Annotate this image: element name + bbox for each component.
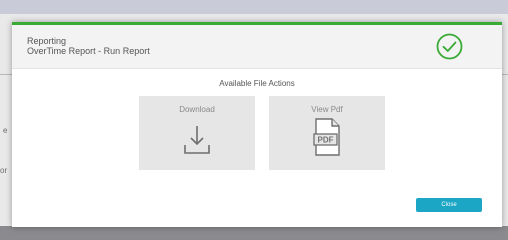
background-footer (0, 226, 508, 240)
dialog-header: Reporting OverTime Report - Run Report (12, 25, 502, 69)
download-action[interactable]: Download (139, 96, 255, 170)
background-text-fragment: e (3, 126, 8, 135)
dialog-title: Reporting (27, 36, 67, 46)
download-label: Download (179, 105, 215, 114)
background-text-fragment: or (0, 166, 8, 175)
close-button[interactable]: Close (416, 198, 482, 212)
view-pdf-action[interactable]: View Pdf PDF (269, 96, 385, 170)
download-icon (184, 126, 210, 154)
file-actions-heading: Available File Actions (219, 79, 295, 88)
dialog-subtitle: OverTime Report - Run Report (27, 46, 150, 56)
pdf-file-icon: PDF (313, 118, 340, 156)
check-circle-icon (436, 33, 463, 60)
run-report-dialog: Reporting OverTime Report - Run Report A… (12, 22, 502, 227)
view-pdf-label: View Pdf (311, 105, 343, 114)
svg-text:PDF: PDF (318, 136, 334, 145)
